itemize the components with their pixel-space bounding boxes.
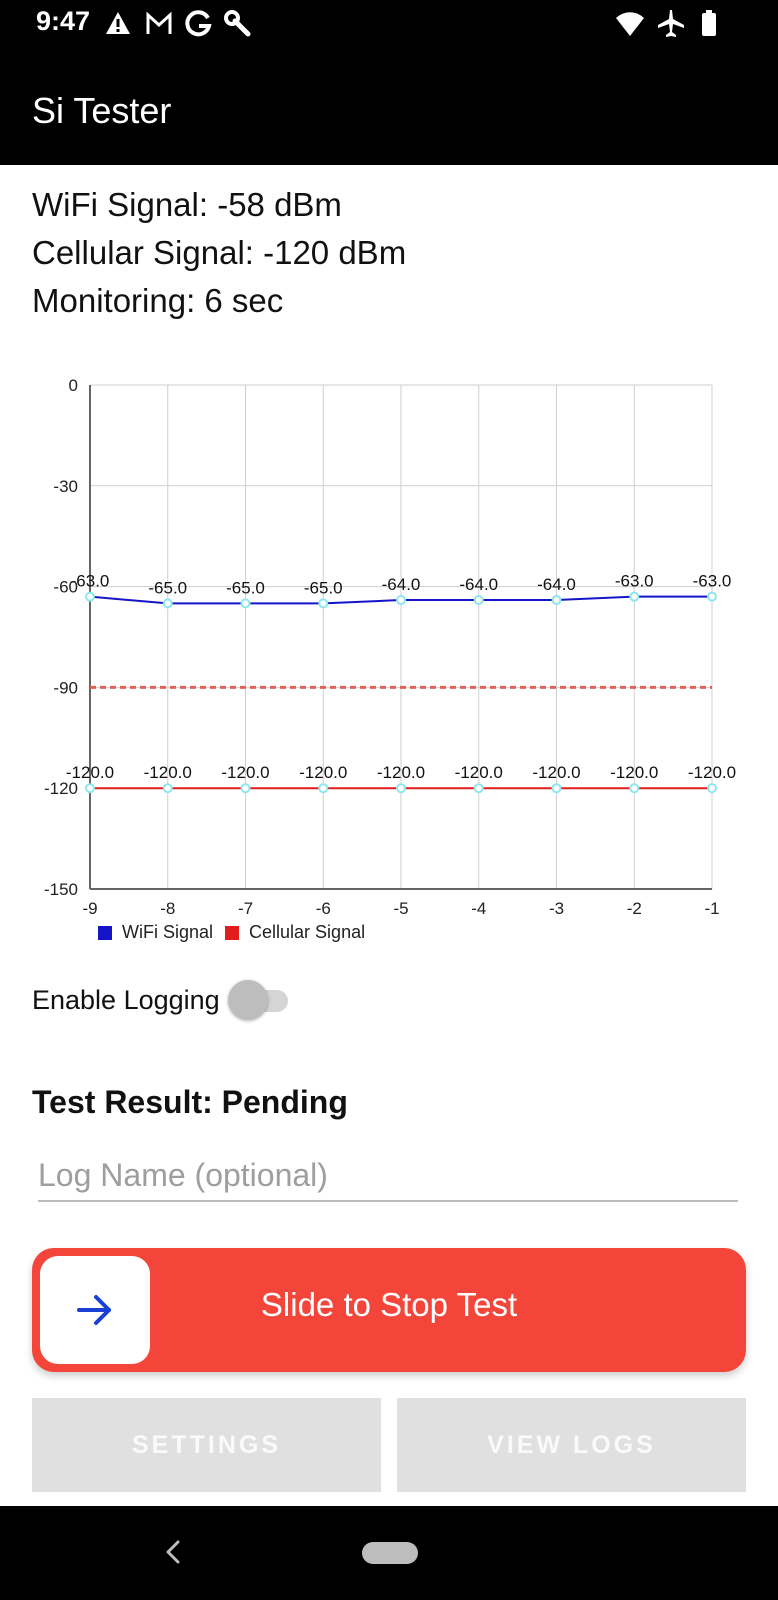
x-tick-label: -2 — [627, 899, 642, 918]
data-point — [240, 598, 251, 609]
data-point — [473, 783, 484, 794]
home-pill[interactable] — [362, 1542, 418, 1564]
enable-logging-label: Enable Logging — [32, 984, 220, 1015]
legend-label-cellular: Cellular Signal — [249, 922, 366, 942]
switch-thumb — [227, 980, 268, 1020]
data-label: -63.0 — [71, 572, 110, 591]
data-label: -120.0 — [688, 763, 736, 782]
y-tick-label: -90 — [53, 678, 78, 697]
status-bar: 9:47 — [0, 0, 778, 50]
data-label: -65.0 — [304, 578, 343, 597]
app-bar: Si Tester — [0, 50, 778, 165]
gmail-icon — [146, 11, 172, 34]
data-label: -120.0 — [455, 763, 503, 782]
data-point — [473, 595, 484, 606]
warning-icon — [106, 12, 130, 34]
battery-icon — [702, 10, 716, 36]
wifi-icon — [616, 12, 644, 36]
data-point — [629, 591, 640, 602]
google-icon — [185, 10, 212, 37]
y-tick-label: -150 — [44, 880, 78, 899]
back-icon[interactable] — [160, 1536, 186, 1568]
wrench-icon — [224, 10, 251, 37]
data-label: -120.0 — [377, 763, 425, 782]
log-name-input[interactable] — [38, 1150, 738, 1202]
app-title: Si Tester — [32, 90, 172, 131]
data-point — [240, 783, 251, 794]
data-point — [551, 595, 562, 606]
data-label: -63.0 — [693, 572, 732, 591]
test-result: Test Result: Pending — [32, 1084, 348, 1120]
logging-row: Enable Logging — [32, 980, 290, 1020]
settings-button[interactable]: SETTINGS — [32, 1398, 381, 1492]
view-logs-button[interactable]: VIEW LOGS — [397, 1398, 746, 1492]
legend-swatch-cellular — [225, 925, 240, 940]
enable-logging-switch[interactable] — [227, 980, 290, 1020]
x-tick-label: -6 — [316, 899, 331, 918]
data-label: -65.0 — [148, 578, 187, 597]
data-label: -120.0 — [610, 763, 658, 782]
arrow-right-icon — [77, 1295, 111, 1325]
slide-to-stop-slider[interactable]: Slide to Stop Test — [32, 1248, 746, 1372]
data-point — [551, 783, 562, 794]
slider-handle[interactable] — [40, 1256, 150, 1364]
status-notification-icons — [106, 10, 266, 45]
y-tick-label: 0 — [69, 376, 78, 395]
legend-item-cellular: Cellular Signal — [225, 922, 365, 943]
data-point — [85, 783, 95, 794]
chart-legend: WiFi Signal Cellular Signal — [98, 922, 377, 943]
data-point — [707, 783, 717, 794]
x-tick-label: -1 — [704, 899, 719, 918]
data-point — [629, 783, 640, 794]
data-label: -120.0 — [299, 763, 347, 782]
signal-chart: 0-30-60-90-120-150-9 -8 -7 -6 -5 -4 -3 -2 -1-63.… — [44, 376, 736, 918]
status-system-icons — [616, 10, 726, 45]
legend-swatch-wifi — [98, 925, 112, 940]
wifi-signal-readout: WiFi Signal: -58 dBm — [32, 186, 342, 223]
data-point — [396, 783, 406, 794]
data-label: -64.0 — [537, 575, 576, 594]
data-label: -64.0 — [382, 575, 421, 594]
data-point — [162, 598, 173, 609]
data-label: -120.0 — [221, 763, 269, 782]
x-tick-label: -8 — [160, 899, 175, 918]
data-point — [396, 595, 406, 606]
data-label: -64.0 — [459, 575, 498, 594]
data-point — [162, 783, 173, 794]
data-label: -120.0 — [144, 763, 192, 782]
data-label: -120.0 — [66, 763, 114, 782]
y-tick-label: -30 — [53, 477, 78, 496]
status-time: 9:47 — [36, 6, 91, 36]
airplane-icon — [658, 10, 684, 37]
data-point — [707, 591, 717, 602]
x-tick-label: -3 — [549, 899, 564, 918]
x-tick-label: -9 — [82, 899, 97, 918]
monitoring-readout: Monitoring: 6 sec — [32, 282, 284, 319]
x-tick-label: -4 — [471, 899, 486, 918]
data-point — [318, 598, 329, 609]
legend-label-wifi: WiFi Signal — [122, 922, 214, 942]
navigation-bar — [0, 1506, 778, 1600]
x-tick-label: -7 — [238, 899, 253, 918]
data-label: -63.0 — [615, 572, 654, 591]
legend-item-wifi: WiFi Signal — [98, 922, 213, 943]
data-label: -120.0 — [532, 763, 580, 782]
data-point — [85, 591, 95, 602]
x-tick-label: -5 — [393, 899, 408, 918]
cellular-signal-readout: Cellular Signal: -120 dBm — [32, 234, 407, 271]
data-point — [318, 783, 329, 794]
data-label: -65.0 — [226, 578, 265, 597]
